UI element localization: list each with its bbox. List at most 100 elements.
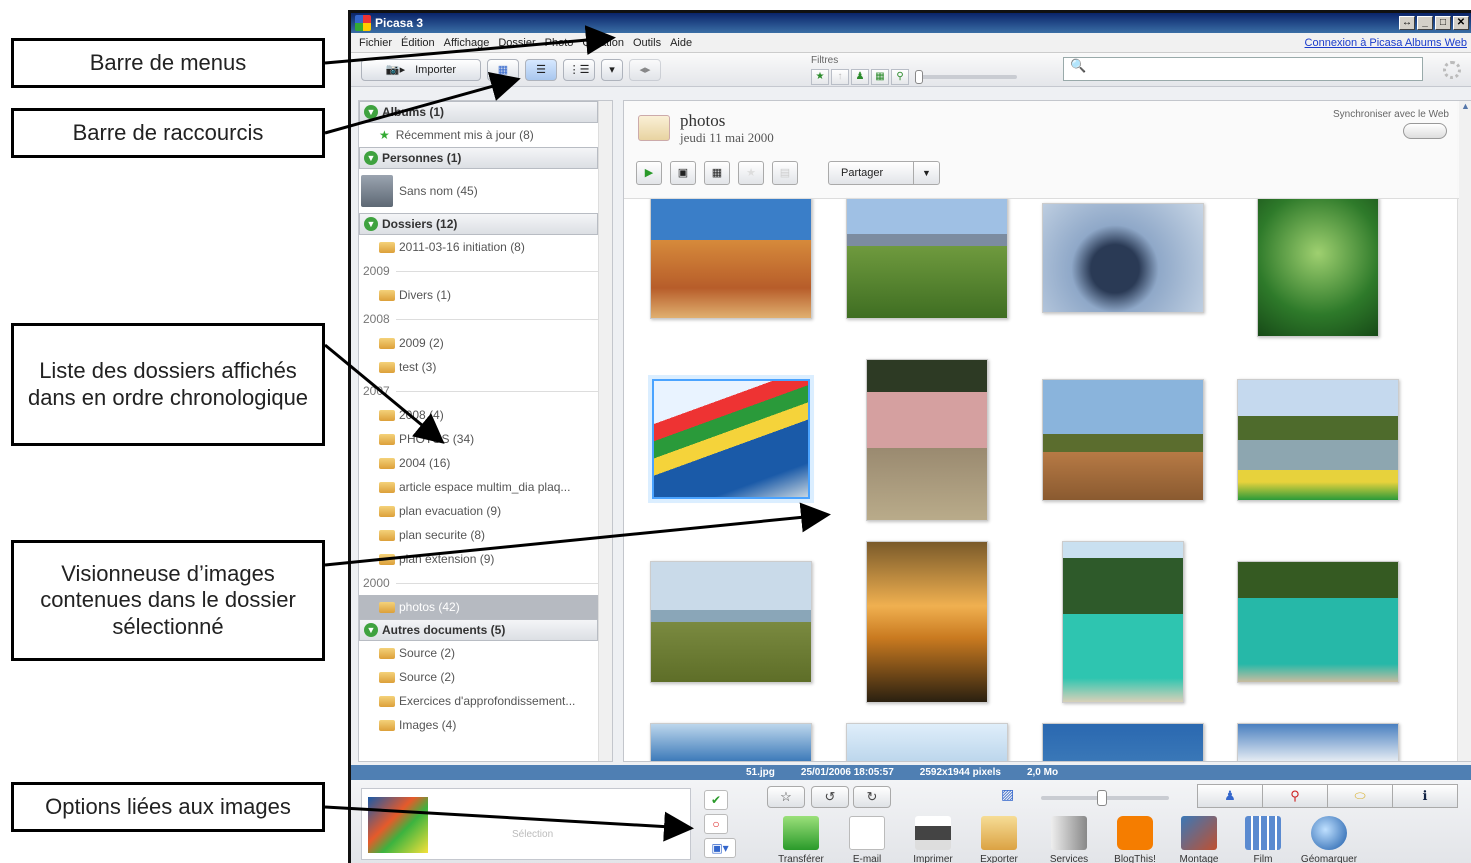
sync-toggle[interactable] <box>1403 123 1447 139</box>
list-view-button[interactable]: ☰ <box>525 58 557 81</box>
person-item[interactable]: Sans nom (45) <box>359 169 598 213</box>
folder-item[interactable]: article espace multim_dia plaq... <box>359 475 598 499</box>
photo-thumbnail[interactable] <box>1042 723 1204 761</box>
upload-tool[interactable]: Transférer <box>769 816 833 863</box>
share-button[interactable]: Partager ▼ <box>828 161 940 185</box>
section-folders[interactable]: ▼ Dossiers (12) <box>359 213 598 235</box>
folder-item[interactable]: plan securite (8) <box>359 523 598 547</box>
geotag-filter-icon[interactable]: ⚲ <box>891 69 909 85</box>
import-button[interactable]: 📷▸ Importer <box>361 58 481 81</box>
movie-tool[interactable]: Film <box>1231 816 1295 863</box>
menu-dossier[interactable]: Dossier <box>498 37 535 49</box>
clear-button[interactable]: ○ <box>704 814 728 834</box>
photo-thumbnail[interactable] <box>866 359 988 521</box>
section-other-documents[interactable]: ▼ Autres documents (5) <box>359 619 598 641</box>
photo-thumbnail[interactable] <box>1257 197 1379 337</box>
photo-thumbnail[interactable] <box>650 723 812 761</box>
maximize-button[interactable]: □ <box>1435 16 1451 30</box>
library-view-button[interactable]: ▦ <box>487 58 519 81</box>
folder-item[interactable]: plan extension (9) <box>359 547 598 571</box>
photo-thumbnail[interactable] <box>1237 561 1399 683</box>
close-button[interactable]: ✕ <box>1453 16 1469 30</box>
hold-button[interactable]: ✔ <box>704 790 728 810</box>
person-filter-icon[interactable]: ♟ <box>851 69 869 85</box>
export-tool[interactable]: Exporter <box>967 816 1031 863</box>
movie-filter-icon[interactable]: ▦ <box>871 69 889 85</box>
play-slideshow-button[interactable]: ▶ <box>636 161 662 185</box>
folder-item[interactable]: 2004 (16) <box>359 451 598 475</box>
search-input[interactable]: 🔍 <box>1063 57 1423 81</box>
date-filter-slider[interactable] <box>915 70 1017 84</box>
upload-filter-icon[interactable]: ↑ <box>831 69 849 85</box>
rotate-right-button[interactable]: ↻ <box>853 786 891 808</box>
menu-edition[interactable]: Édition <box>401 37 435 49</box>
menu-photo[interactable]: Photo <box>545 37 574 49</box>
folder-item[interactable]: Images (4) <box>359 713 598 737</box>
print-tool[interactable]: Imprimer <box>901 816 965 863</box>
photo-thumbnail[interactable] <box>846 197 1008 319</box>
folder-item[interactable]: Divers (1) <box>359 283 598 307</box>
folder-label: plan extension (9) <box>399 552 495 566</box>
web-albums-link[interactable]: Connexion à Picasa Albums Web <box>1305 37 1467 49</box>
save-button[interactable]: ▤ <box>772 161 798 185</box>
rotate-left-button[interactable]: ↺ <box>811 786 849 808</box>
folder-item[interactable]: Source (2) <box>359 665 598 689</box>
scroll-up-icon[interactable]: ▲ <box>1461 101 1470 111</box>
back-button[interactable]: ◂▸ <box>629 58 661 81</box>
blogthis-tool[interactable]: BlogThis! <box>1103 816 1167 863</box>
places-button[interactable]: ⚲ <box>1262 784 1328 808</box>
photo-thumbnail[interactable] <box>1042 379 1204 501</box>
folder-item[interactable]: 2009 (2) <box>359 331 598 355</box>
resize-icon[interactable]: ↔ <box>1399 16 1415 30</box>
folder-title: photos <box>680 111 726 130</box>
photo-thumbnail[interactable] <box>650 197 812 319</box>
photo-thumbnail-selected[interactable] <box>648 375 814 503</box>
menu-aide[interactable]: Aide <box>670 37 692 49</box>
photo-thumbnail[interactable] <box>1237 379 1399 501</box>
star-button[interactable]: ★ <box>738 161 764 185</box>
selected-photo-thumbnail[interactable] <box>368 797 428 853</box>
star-filter-icon[interactable]: ★ <box>811 69 829 85</box>
folder-item[interactable]: plan evacuation (9) <box>359 499 598 523</box>
people-button[interactable]: ♟ <box>1197 784 1263 808</box>
services-tool[interactable]: Services <box>1037 816 1101 863</box>
folder-label: article espace multim_dia plaq... <box>399 480 571 494</box>
photo-thumbnail[interactable] <box>650 561 812 683</box>
folder-item[interactable]: 2008 (4) <box>359 403 598 427</box>
section-albums[interactable]: ▼ Albums (1) <box>359 101 598 123</box>
viewer-scrollbar[interactable]: ▲ <box>1457 101 1471 761</box>
view-options-button[interactable]: ▾ <box>601 58 623 81</box>
callout-text: Visionneuse d’images contenues dans le d… <box>40 560 296 639</box>
collage-tool[interactable]: Montage <box>1167 816 1231 863</box>
menu-creation[interactable]: Création <box>582 37 624 49</box>
menu-fichier[interactable]: Fichier <box>359 37 392 49</box>
add-to-album-button[interactable]: ▣▾ <box>704 838 736 858</box>
folder-item[interactable]: test (3) <box>359 355 598 379</box>
menu-affichage[interactable]: Affichage <box>444 37 490 49</box>
star-button[interactable]: ☆ <box>767 786 805 808</box>
photo-thumbnail[interactable] <box>1062 541 1184 703</box>
movie-button[interactable]: ▦ <box>704 161 730 185</box>
sidebar-scrollbar[interactable] <box>598 101 612 761</box>
section-people[interactable]: ▼ Personnes (1) <box>359 147 598 169</box>
thumbnail-size-slider[interactable] <box>1041 790 1169 806</box>
photo-thumbnail[interactable] <box>1237 723 1399 761</box>
folder-item[interactable]: Exercices d'approfondissement... <box>359 689 598 713</box>
folder-item[interactable]: Source (2) <box>359 641 598 665</box>
properties-button[interactable]: ℹ <box>1392 784 1458 808</box>
photo-thumbnail[interactable] <box>866 541 988 703</box>
tree-view-button[interactable]: ⋮☰ <box>563 58 595 81</box>
collage-button[interactable]: ▣ <box>670 161 696 185</box>
status-filename: 51.jpg <box>746 767 775 778</box>
geotag-tool[interactable]: Géomarquer <box>1297 816 1361 863</box>
folder-item[interactable]: 2011-03-16 initiation (8) <box>359 235 598 259</box>
folder-item[interactable]: PHOTOS (34) <box>359 427 598 451</box>
email-tool[interactable]: E-mail <box>835 816 899 863</box>
photo-thumbnail[interactable] <box>846 723 1008 761</box>
tags-button[interactable]: ⬭ <box>1327 784 1393 808</box>
folder-item-selected[interactable]: photos (42) <box>359 595 598 619</box>
photo-thumbnail[interactable] <box>1042 203 1204 313</box>
menu-outils[interactable]: Outils <box>633 37 661 49</box>
album-item[interactable]: ★ Récemment mis à jour (8) <box>359 123 598 147</box>
minimize-button[interactable]: _ <box>1417 16 1433 30</box>
